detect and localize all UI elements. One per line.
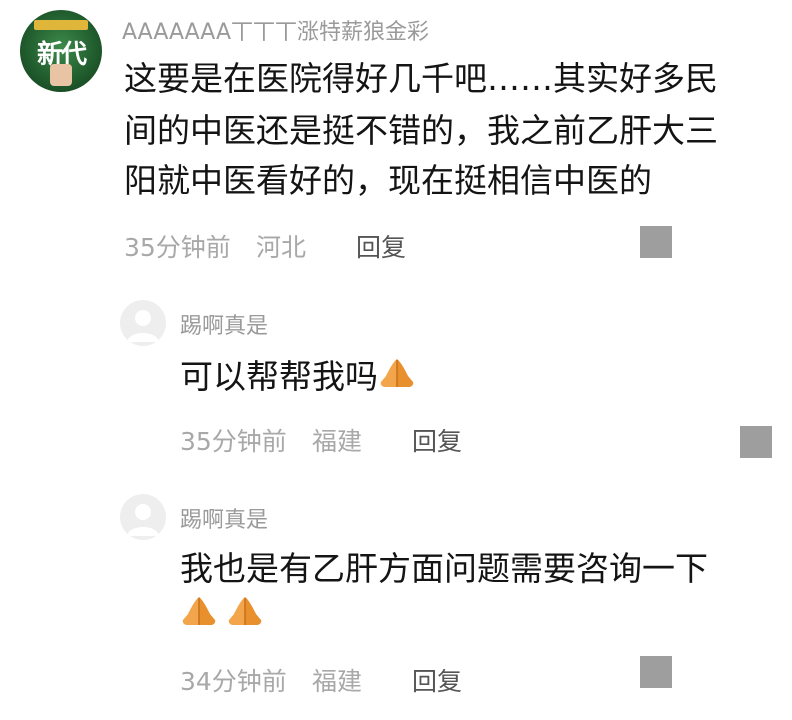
avatar[interactable]: 新代 bbox=[20, 10, 102, 92]
reply-text: 可以帮帮我吗 bbox=[180, 354, 416, 402]
folded-hands-icon bbox=[226, 594, 264, 640]
comment-text-line-2: 间的中医还是挺不错的，我之前乙肝大三 bbox=[124, 111, 718, 150]
avatar[interactable] bbox=[120, 300, 166, 346]
reply-time: 35分钟前 bbox=[180, 427, 287, 456]
comment-text-line-1: 这要是在医院得好几千吧……其实好多民 bbox=[124, 59, 718, 98]
comment-time: 35分钟前 bbox=[124, 233, 231, 262]
reply-button[interactable]: 回复 bbox=[412, 662, 462, 698]
reply-button[interactable]: 回复 bbox=[412, 422, 462, 458]
avatar-banner bbox=[34, 20, 88, 30]
comment-location: 河北 bbox=[256, 233, 307, 262]
reply-location: 福建 bbox=[312, 667, 363, 696]
more-icon[interactable] bbox=[740, 426, 772, 458]
reply-username[interactable]: 踢啊真是 bbox=[180, 308, 268, 340]
comment-item: 新代 AAAAAAA丅丅丅涨特薪狼金彩 这要是在医院得好几千吧……其实好多民 间… bbox=[0, 0, 792, 270]
reply-text: 我也是有乙肝方面问题需要咨询一下 bbox=[180, 549, 708, 588]
reply-username[interactable]: 踢啊真是 bbox=[180, 502, 268, 534]
comment-username[interactable]: AAAAAAA丅丅丅涨特薪狼金彩 bbox=[122, 14, 429, 46]
comment-text-line-3: 阳就中医看好的，现在挺相信中医的 bbox=[124, 161, 652, 200]
default-avatar-icon bbox=[127, 504, 159, 536]
reply-text-content: 可以帮帮我吗 bbox=[180, 357, 378, 396]
reply-emoji-line bbox=[180, 592, 264, 640]
reply-item: 踢啊真是 可以帮帮我吗 35分钟前 福建 回复 bbox=[0, 290, 792, 470]
folded-hands-icon bbox=[378, 356, 416, 402]
default-avatar-icon bbox=[127, 310, 159, 342]
more-icon[interactable] bbox=[640, 226, 672, 258]
more-icon[interactable] bbox=[640, 656, 672, 688]
avatar[interactable] bbox=[120, 494, 166, 540]
reply-button[interactable]: 回复 bbox=[356, 228, 406, 264]
folded-hands-icon bbox=[180, 594, 218, 640]
reply-item: 踢啊真是 我也是有乙肝方面问题需要咨询一下 34分钟前 福建 回复 bbox=[0, 484, 792, 714]
reply-time: 34分钟前 bbox=[180, 667, 287, 696]
reply-location: 福建 bbox=[312, 427, 363, 456]
avatar-face bbox=[50, 64, 72, 86]
